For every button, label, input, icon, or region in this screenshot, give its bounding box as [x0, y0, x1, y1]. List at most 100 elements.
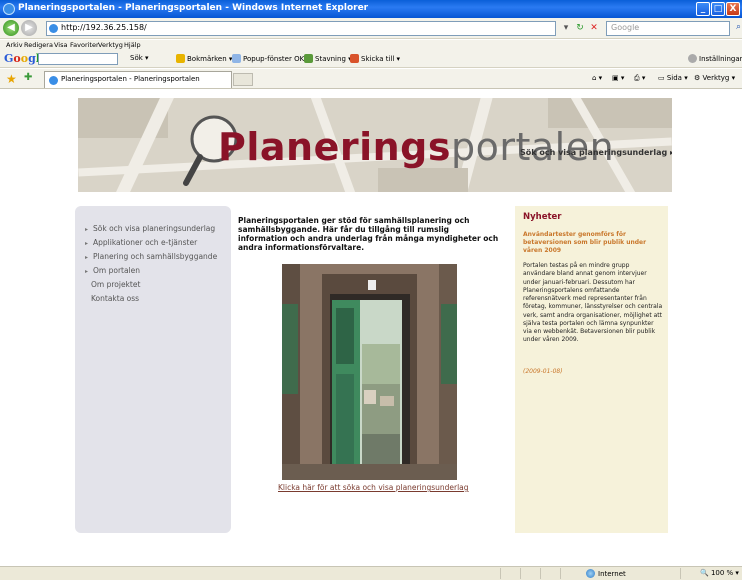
news-body: Portalen testas på en mindre grupp använ… — [523, 262, 663, 344]
status-bar: Internet 🔍 100 % ▾ — [0, 566, 742, 580]
news-headline-link[interactable]: Användartester genomförs för betaversion… — [523, 231, 661, 255]
search-icon[interactable]: ⌕ — [736, 22, 741, 32]
site-logo[interactable]: Planeringsportalen — [218, 125, 614, 169]
nav-subitem-kontakta-oss[interactable]: Kontakta oss — [91, 294, 139, 303]
stop-icon[interactable]: ✕ — [588, 22, 600, 34]
menu-item-favoriter[interactable]: Favoriter — [70, 41, 99, 49]
status-divider — [680, 568, 681, 579]
home-icon[interactable]: ⌂ ▾ — [592, 74, 602, 82]
logo-light: portalen — [450, 125, 615, 169]
spelling-label: Stavning — [315, 55, 346, 63]
menu-item-arkiv[interactable]: Arkiv — [6, 41, 23, 49]
tab-planeringsportalen[interactable]: Planeringsportalen - Planeringsportalen — [44, 71, 232, 88]
search-planning-link[interactable]: Klicka här för att söka och visa planeri… — [278, 483, 469, 492]
status-divider — [520, 568, 521, 579]
nav-label: Om portalen — [93, 266, 141, 275]
arrow-right-icon: ▸ — [85, 268, 89, 275]
status-divider — [500, 568, 501, 579]
nav-label: Planering och samhällsbyggande — [93, 252, 218, 261]
maximize-button[interactable]: □ — [711, 2, 725, 16]
doorway-photo[interactable] — [282, 264, 457, 480]
page-menu-label: Sida — [666, 74, 682, 82]
page-menu-button[interactable]: ▭ Sida ▾ — [658, 74, 688, 82]
nav-item-om-portalen[interactable]: ▸ Om portalen — [85, 266, 140, 275]
globe-icon — [586, 569, 595, 578]
bookmarks-button[interactable]: Bokmärken ▾ — [176, 54, 232, 63]
bookmarks-label: Bokmärken — [187, 55, 227, 63]
arrow-right-icon: ▸ — [85, 254, 89, 261]
tab-page-icon — [49, 76, 58, 85]
new-tab-button[interactable] — [233, 73, 253, 86]
news-panel: Nyheter Användartester genomförs för bet… — [515, 206, 668, 533]
nav-item-sok[interactable]: ▸ Sök och visa planeringsunderlag — [85, 224, 215, 233]
google-search-input[interactable] — [38, 53, 118, 65]
google-search-button[interactable]: Sök ▾ — [130, 54, 149, 62]
nav-label: Applikationer och e-tjänster — [93, 238, 198, 247]
nav-label: Sök och visa planeringsunderlag — [93, 224, 216, 233]
zone-label: Internet — [598, 570, 626, 578]
browser-window: Planeringsportalen - Planeringsportalen … — [0, 0, 742, 580]
tab-bar: ★ ✚ Planeringsportalen - Planeringsporta… — [0, 69, 742, 89]
intro-text: Planeringsportalen ger stöd för samhälls… — [238, 216, 499, 253]
menu-bar: Arkiv Redigera Visa Favoriter Verktyg Hj… — [0, 40, 742, 50]
left-navigation: ▸ Sök och visa planeringsunderlag ▸ Applik… — [75, 206, 231, 533]
send-to-label: Skicka till — [361, 55, 395, 63]
spellcheck-icon — [304, 54, 313, 63]
feeds-icon[interactable]: ▣ ▾ — [612, 74, 624, 82]
address-url[interactable]: http://192.36.25.158/ — [61, 23, 147, 32]
google-search-label: Sök — [130, 54, 143, 62]
banner-search-link[interactable]: Sök och visa planeringsunderlag ▸ — [520, 148, 672, 157]
address-bar[interactable]: http://192.36.25.158/ — [46, 21, 556, 36]
back-button[interactable]: ◀ — [3, 20, 19, 36]
close-button[interactable]: X — [726, 2, 740, 16]
logo-bold: Planerings — [218, 125, 451, 169]
zoom-control[interactable]: 🔍 100 % ▾ — [700, 569, 739, 577]
menu-item-hjalp[interactable]: Hjälp — [124, 41, 141, 49]
add-favorites-icon[interactable]: ✚ — [24, 72, 32, 83]
minimize-button[interactable]: _ — [696, 2, 710, 16]
nav-item-applikationer[interactable]: ▸ Applikationer och e-tjänster — [85, 238, 197, 247]
settings-button[interactable]: Inställningar — [688, 54, 742, 63]
search-placeholder: Google — [611, 23, 640, 32]
dropdown-icon[interactable]: ▾ — [560, 22, 572, 34]
send-to-button[interactable]: Skicka till ▾ — [350, 54, 400, 63]
popup-icon — [232, 54, 241, 63]
menu-item-verktyg[interactable]: Verktyg — [98, 41, 123, 49]
menu-item-visa[interactable]: Visa — [54, 41, 67, 49]
arrow-right-icon: ▸ — [85, 240, 89, 247]
page-viewport: Planeringsportalen Sök och visa planerin… — [0, 90, 742, 566]
nav-subitem-om-projektet[interactable]: Om projektet — [91, 280, 140, 289]
google-toolbar: Google Sök ▾ Bokmärken ▾ Popup-fönster O… — [0, 50, 742, 68]
news-date: (2009-01-08) — [523, 368, 563, 375]
status-divider — [540, 568, 541, 579]
zoom-level: 100 % — [710, 569, 734, 577]
star-icon — [176, 54, 185, 63]
settings-label: Inställningar — [699, 55, 742, 63]
arrow-right-icon: ▸ — [85, 226, 89, 233]
page-icon — [49, 24, 58, 33]
window-title: Planeringsportalen - Planeringsportalen … — [18, 3, 369, 13]
security-zone[interactable]: Internet — [586, 569, 626, 578]
popup-blocker-button[interactable]: Popup-fönster OK — [232, 54, 304, 63]
refresh-icon[interactable]: ↻ — [574, 22, 586, 34]
tab-label: Planeringsportalen - Planeringsportalen — [61, 75, 200, 83]
menu-item-redigera[interactable]: Redigera — [24, 41, 53, 49]
favorites-star-icon[interactable]: ★ — [6, 72, 17, 86]
ie-icon — [3, 3, 15, 15]
spellcheck-button[interactable]: Stavning ▾ — [304, 54, 352, 63]
doorway-image — [282, 264, 457, 480]
send-icon — [350, 54, 359, 63]
nav-item-planering[interactable]: ▸ Planering och samhällsbyggande — [85, 252, 217, 261]
search-input[interactable]: Google ⌕ — [606, 21, 741, 36]
news-title: Nyheter — [523, 212, 562, 222]
address-toolbar: ◀ ▶ http://192.36.25.158/ ▾ ↻ ✕ Google ⌕ — [0, 18, 742, 39]
tools-menu-button[interactable]: ⚙ Verktyg ▾ — [694, 74, 735, 82]
tools-menu-label: Verktyg — [702, 74, 730, 82]
header-banner: Planeringsportalen Sök och visa planerin… — [78, 98, 672, 192]
print-icon[interactable]: ⎙ ▾ — [634, 74, 645, 83]
title-bar: Planeringsportalen - Planeringsportalen … — [0, 0, 742, 18]
popups-label: Popup-fönster OK — [243, 55, 305, 63]
gear-icon — [688, 54, 697, 63]
forward-button[interactable]: ▶ — [21, 20, 37, 36]
status-divider — [560, 568, 561, 579]
